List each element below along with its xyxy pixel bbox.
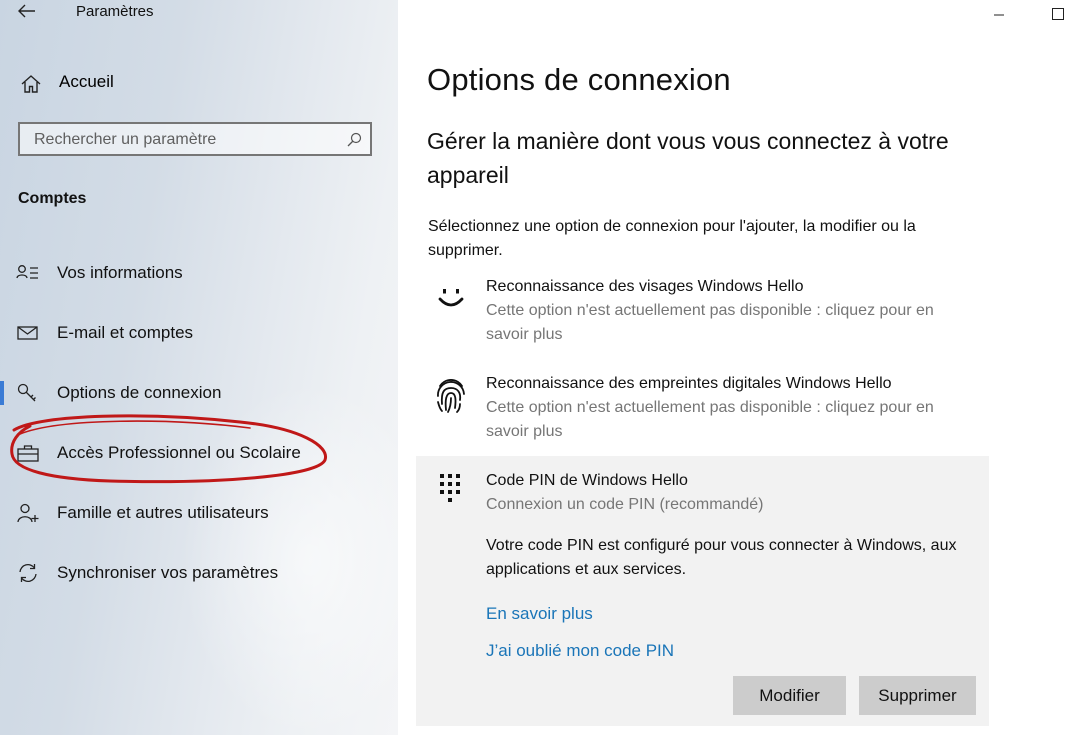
nav-home[interactable]: Accueil [14, 68, 384, 98]
option-title: Reconnaissance des visages Windows Hello [486, 278, 804, 295]
home-icon [21, 75, 41, 93]
page-subtitle: Gérer la manière dont vous vous connecte… [427, 128, 949, 188]
nav-item-options-connexion[interactable]: Options de connexion [0, 373, 398, 413]
person-list-icon [16, 265, 38, 279]
mail-icon [17, 326, 38, 340]
pin-panel: Code PIN de Windows Hello Connexion un c… [416, 456, 989, 726]
nav-item-email-comptes[interactable]: E-mail et comptes [0, 313, 398, 353]
key-icon [17, 383, 36, 402]
briefcase-icon [17, 445, 39, 462]
add-person-icon [17, 503, 39, 523]
search-box[interactable] [18, 122, 372, 156]
pin-title: Code PIN de Windows Hello [486, 472, 688, 489]
page-title: Options de connexion [427, 62, 731, 97]
app-title: Paramètres [76, 3, 154, 20]
option-fingerprint[interactable]: Reconnaissance des empreintes digitales … [416, 372, 989, 447]
instructions-text: Sélectionnez une option de connexion pou… [428, 218, 916, 259]
section-title-comptes: Comptes [18, 190, 87, 207]
nav-home-label: Accueil [59, 72, 114, 91]
selected-indicator [0, 381, 4, 405]
face-smile-icon [438, 289, 464, 307]
option-description: Cette option n'est actuellement pas disp… [486, 302, 934, 343]
nav-item-vos-informations[interactable]: Vos informations [0, 253, 398, 293]
title-bar: Paramètres [0, 0, 398, 28]
nav-item-famille[interactable]: Famille et autres utilisateurs [0, 493, 398, 533]
minimize-icon[interactable] [991, 6, 1007, 22]
learn-more-link[interactable]: En savoir plus [486, 604, 593, 624]
sidebar: Paramètres Accueil Comptes Vos informati… [0, 0, 398, 735]
back-arrow-icon [18, 4, 35, 18]
option-face-recognition[interactable]: Reconnaissance des visages Windows Hello… [416, 275, 989, 350]
nav-item-label: E-mail et comptes [57, 323, 194, 342]
forgot-pin-link[interactable]: J’ai oublié mon code PIN [486, 641, 674, 661]
pin-subtitle: Connexion un code PIN (recommandé) [486, 496, 764, 513]
nav-item-acces-professionnel[interactable]: Accès Professionnel ou Scolaire [0, 433, 398, 473]
maximize-icon[interactable] [1050, 6, 1066, 22]
nav-item-label: Synchroniser vos paramètres [57, 563, 279, 582]
option-description: Cette option n'est actuellement pas disp… [486, 399, 934, 440]
nav-item-label: Accès Professionnel ou Scolaire [57, 443, 301, 462]
nav-item-label: Vos informations [57, 263, 183, 282]
nav-item-label: Options de connexion [57, 383, 222, 402]
option-title: Reconnaissance des empreintes digitales … [486, 375, 892, 392]
pin-description: Votre code PIN est configuré pour vous c… [486, 537, 957, 578]
modify-button[interactable]: Modifier [733, 676, 846, 715]
fingerprint-icon [437, 379, 465, 413]
search-input[interactable] [32, 129, 336, 151]
search-icon[interactable] [346, 132, 362, 148]
back-button[interactable] [14, 0, 42, 24]
sync-icon [19, 564, 37, 582]
nav-item-label: Famille et autres utilisateurs [57, 503, 269, 522]
keypad-icon [440, 474, 460, 502]
remove-button[interactable]: Supprimer [859, 676, 976, 715]
nav-item-synchroniser[interactable]: Synchroniser vos paramètres [0, 553, 398, 593]
